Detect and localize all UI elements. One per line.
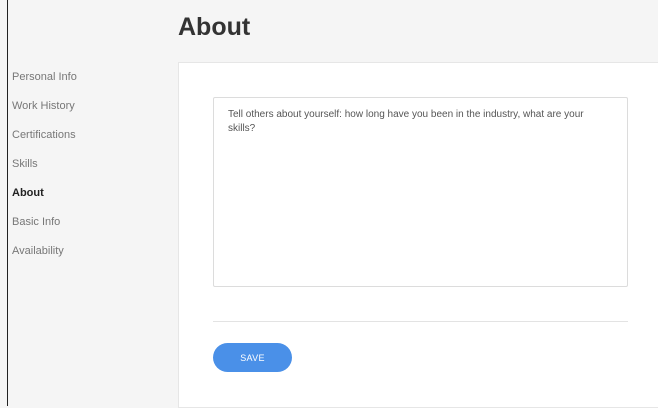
sidebar-item-about[interactable]: About [12, 186, 162, 215]
save-button[interactable]: SAVE [213, 343, 292, 372]
divider [213, 321, 628, 322]
sidebar-item-personal-info[interactable]: Personal Info [12, 70, 162, 99]
sidebar-nav: Personal Info Work History Certification… [12, 70, 162, 273]
sidebar-item-certifications[interactable]: Certifications [12, 128, 162, 157]
sidebar-item-availability[interactable]: Availability [12, 244, 162, 273]
sidebar-item-basic-info[interactable]: Basic Info [12, 215, 162, 244]
about-textarea[interactable] [213, 97, 628, 287]
about-card: SAVE [178, 62, 658, 408]
sidebar-item-skills[interactable]: Skills [12, 157, 162, 186]
left-border [7, 0, 8, 406]
sidebar-item-work-history[interactable]: Work History [12, 99, 162, 128]
page-title: About [178, 13, 251, 41]
